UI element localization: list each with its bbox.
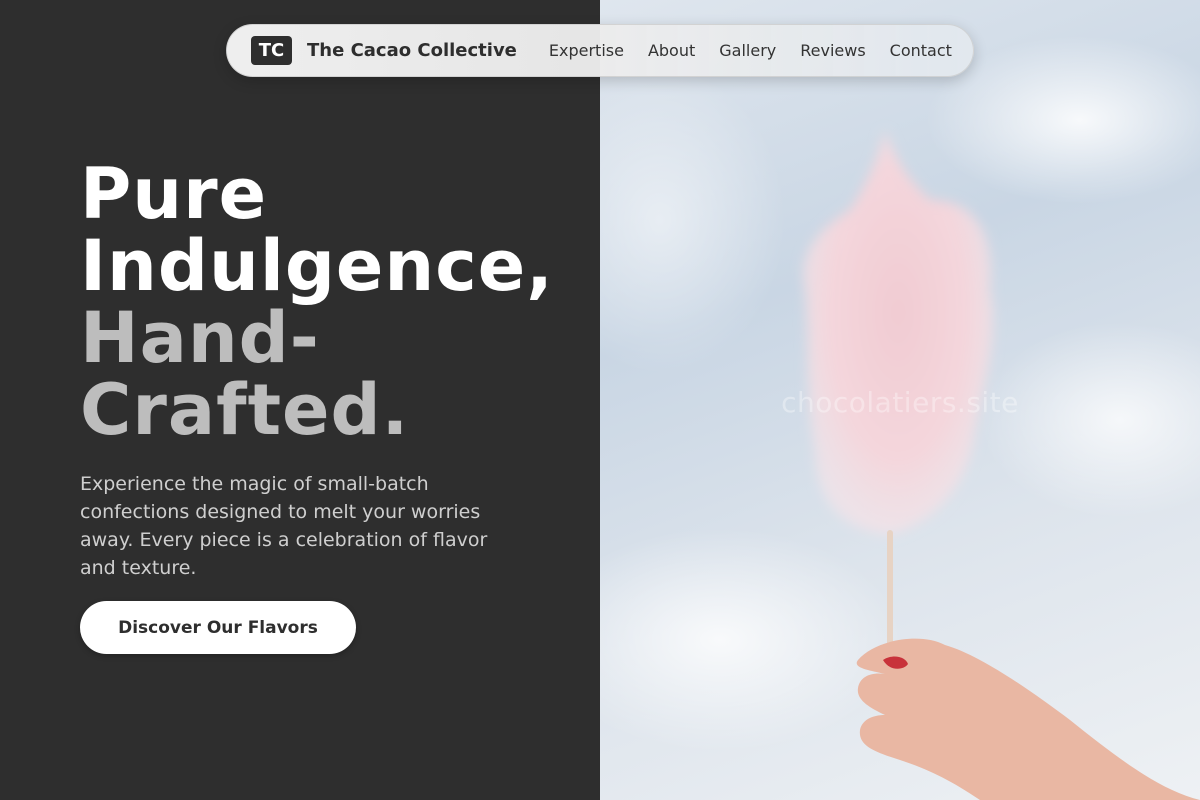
nav-link-expertise[interactable]: Expertise (549, 41, 624, 60)
headline-line-4: Crafted. (80, 369, 410, 451)
nav-links: Expertise About Gallery Reviews Contact (549, 41, 952, 60)
nav-link-contact[interactable]: Contact (890, 41, 952, 60)
nav-link-about[interactable]: About (648, 41, 695, 60)
navbar: TC The Cacao Collective Expertise About … (226, 24, 974, 77)
nav-link-reviews[interactable]: Reviews (800, 41, 865, 60)
headline-line-3: Hand- (80, 297, 320, 379)
cotton-candy (803, 130, 994, 535)
logo-mark[interactable]: TC (251, 36, 292, 65)
hero-image-panel: chocolatiers.site (600, 0, 1200, 800)
hand (856, 638, 1200, 800)
headline-line-1: Pure (80, 153, 268, 235)
nav-link-gallery[interactable]: Gallery (719, 41, 776, 60)
hero-description: Experience the magic of small-batch conf… (80, 473, 488, 579)
headline-line-2: Indulgence, (80, 225, 554, 307)
discover-flavors-button[interactable]: Discover Our Flavors (80, 601, 356, 654)
watermark: chocolatiers.site (781, 386, 1019, 419)
brand-name[interactable]: The Cacao Collective (307, 40, 517, 61)
hero-headline: Pure Indulgence, Hand- Crafted. (80, 158, 600, 446)
